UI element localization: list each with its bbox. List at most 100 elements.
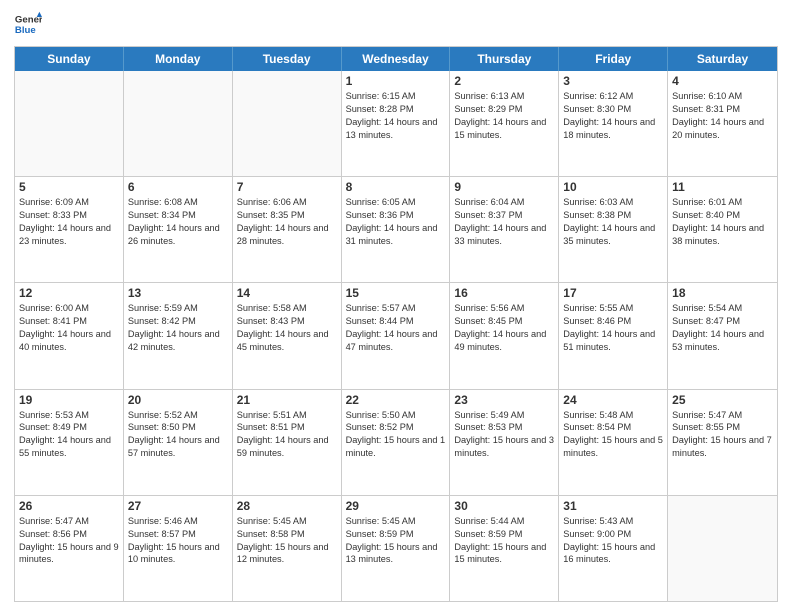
day-cell-8: 8 Sunrise: 6:05 AMSunset: 8:36 PMDaylight… xyxy=(342,177,451,282)
day-info: Sunrise: 5:48 AMSunset: 8:54 PMDaylight:… xyxy=(563,409,663,461)
day-info: Sunrise: 5:54 AMSunset: 8:47 PMDaylight:… xyxy=(672,302,773,354)
day-info: Sunrise: 5:49 AMSunset: 8:53 PMDaylight:… xyxy=(454,409,554,461)
day-cell-31: 31 Sunrise: 5:43 AMSunset: 9:00 PMDayligh… xyxy=(559,496,668,601)
day-number: 8 xyxy=(346,180,446,194)
day-number: 20 xyxy=(128,393,228,407)
day-of-week-friday: Friday xyxy=(559,47,668,71)
header: General Blue xyxy=(14,10,778,38)
day-info: Sunrise: 5:47 AMSunset: 8:56 PMDaylight:… xyxy=(19,515,119,567)
day-cell-18: 18 Sunrise: 5:54 AMSunset: 8:47 PMDayligh… xyxy=(668,283,777,388)
day-info: Sunrise: 6:03 AMSunset: 8:38 PMDaylight:… xyxy=(563,196,663,248)
day-number: 12 xyxy=(19,286,119,300)
day-info: Sunrise: 5:45 AMSunset: 8:59 PMDaylight:… xyxy=(346,515,446,567)
day-number: 23 xyxy=(454,393,554,407)
day-number: 14 xyxy=(237,286,337,300)
day-number: 15 xyxy=(346,286,446,300)
day-number: 24 xyxy=(563,393,663,407)
day-cell-6: 6 Sunrise: 6:08 AMSunset: 8:34 PMDaylight… xyxy=(124,177,233,282)
day-cell-16: 16Sunrise: 5:56 AMSunset: 8:45 PMDayligh… xyxy=(450,283,559,388)
day-info: Sunrise: 6:04 AMSunset: 8:37 PMDaylight:… xyxy=(454,196,554,248)
day-cell-25: 25 Sunrise: 5:47 AMSunset: 8:55 PMDayligh… xyxy=(668,390,777,495)
day-cell-21: 21 Sunrise: 5:51 AMSunset: 8:51 PMDayligh… xyxy=(233,390,342,495)
day-cell-24: 24 Sunrise: 5:48 AMSunset: 8:54 PMDayligh… xyxy=(559,390,668,495)
day-number: 6 xyxy=(128,180,228,194)
day-number: 27 xyxy=(128,499,228,513)
day-of-week-monday: Monday xyxy=(124,47,233,71)
empty-cell xyxy=(15,71,124,176)
day-cell-3: 3 Sunrise: 6:12 AMSunset: 8:30 PMDaylight… xyxy=(559,71,668,176)
day-cell-17: 17 Sunrise: 5:55 AMSunset: 8:46 PMDayligh… xyxy=(559,283,668,388)
day-cell-2: 2Sunrise: 6:13 AMSunset: 8:29 PMDaylight… xyxy=(450,71,559,176)
day-number: 22 xyxy=(346,393,446,407)
day-info: Sunrise: 6:06 AMSunset: 8:35 PMDaylight:… xyxy=(237,196,337,248)
day-number: 30 xyxy=(454,499,554,513)
day-of-week-wednesday: Wednesday xyxy=(342,47,451,71)
day-cell-28: 28 Sunrise: 5:45 AMSunset: 8:58 PMDayligh… xyxy=(233,496,342,601)
day-cell-9: 9Sunrise: 6:04 AMSunset: 8:37 PMDaylight… xyxy=(450,177,559,282)
day-info: Sunrise: 6:13 AMSunset: 8:29 PMDaylight:… xyxy=(454,90,554,142)
page: General Blue SundayMondayTuesdayWednesda… xyxy=(0,0,792,612)
day-number: 21 xyxy=(237,393,337,407)
day-info: Sunrise: 5:57 AMSunset: 8:44 PMDaylight:… xyxy=(346,302,446,354)
day-cell-20: 20 Sunrise: 5:52 AMSunset: 8:50 PMDayligh… xyxy=(124,390,233,495)
day-info: Sunrise: 5:50 AMSunset: 8:52 PMDaylight:… xyxy=(346,409,446,461)
day-cell-11: 11 Sunrise: 6:01 AMSunset: 8:40 PMDayligh… xyxy=(668,177,777,282)
day-cell-19: 19Sunrise: 5:53 AMSunset: 8:49 PMDayligh… xyxy=(15,390,124,495)
day-number: 26 xyxy=(19,499,119,513)
day-info: Sunrise: 6:12 AMSunset: 8:30 PMDaylight:… xyxy=(563,90,663,142)
day-cell-26: 26 Sunrise: 5:47 AMSunset: 8:56 PMDayligh… xyxy=(15,496,124,601)
day-cell-7: 7 Sunrise: 6:06 AMSunset: 8:35 PMDaylight… xyxy=(233,177,342,282)
day-cell-29: 29Sunrise: 5:45 AMSunset: 8:59 PMDayligh… xyxy=(342,496,451,601)
day-info: Sunrise: 5:55 AMSunset: 8:46 PMDaylight:… xyxy=(563,302,663,354)
day-cell-22: 22 Sunrise: 5:50 AMSunset: 8:52 PMDayligh… xyxy=(342,390,451,495)
day-cell-4: 4Sunrise: 6:10 AMSunset: 8:31 PMDaylight… xyxy=(668,71,777,176)
day-number: 17 xyxy=(563,286,663,300)
logo: General Blue xyxy=(14,10,42,38)
day-cell-15: 15 Sunrise: 5:57 AMSunset: 8:44 PMDayligh… xyxy=(342,283,451,388)
day-info: Sunrise: 5:45 AMSunset: 8:58 PMDaylight:… xyxy=(237,515,337,567)
day-info: Sunrise: 5:52 AMSunset: 8:50 PMDaylight:… xyxy=(128,409,228,461)
day-of-week-tuesday: Tuesday xyxy=(233,47,342,71)
day-number: 4 xyxy=(672,74,773,88)
day-cell-1: 1Sunrise: 6:15 AMSunset: 8:28 PMDaylight… xyxy=(342,71,451,176)
day-info: Sunrise: 5:51 AMSunset: 8:51 PMDaylight:… xyxy=(237,409,337,461)
day-info: Sunrise: 5:53 AMSunset: 8:49 PMDaylight:… xyxy=(19,409,119,461)
calendar-row-1: 1Sunrise: 6:15 AMSunset: 8:28 PMDaylight… xyxy=(15,71,777,176)
day-cell-13: 13 Sunrise: 5:59 AMSunset: 8:42 PMDayligh… xyxy=(124,283,233,388)
day-info: Sunrise: 6:01 AMSunset: 8:40 PMDaylight:… xyxy=(672,196,773,248)
svg-text:Blue: Blue xyxy=(15,25,36,36)
day-number: 11 xyxy=(672,180,773,194)
day-number: 18 xyxy=(672,286,773,300)
calendar-row-2: 5Sunrise: 6:09 AMSunset: 8:33 PMDaylight… xyxy=(15,176,777,282)
day-number: 31 xyxy=(563,499,663,513)
day-number: 16 xyxy=(454,286,554,300)
day-info: Sunrise: 6:05 AMSunset: 8:36 PMDaylight:… xyxy=(346,196,446,248)
day-info: Sunrise: 5:47 AMSunset: 8:55 PMDaylight:… xyxy=(672,409,773,461)
day-number: 10 xyxy=(563,180,663,194)
day-number: 25 xyxy=(672,393,773,407)
day-number: 3 xyxy=(563,74,663,88)
day-number: 28 xyxy=(237,499,337,513)
day-cell-27: 27Sunrise: 5:46 AMSunset: 8:57 PMDayligh… xyxy=(124,496,233,601)
day-info: Sunrise: 5:59 AMSunset: 8:42 PMDaylight:… xyxy=(128,302,228,354)
calendar-header-row: SundayMondayTuesdayWednesdayThursdayFrid… xyxy=(15,47,777,71)
day-number: 7 xyxy=(237,180,337,194)
day-cell-12: 12 Sunrise: 6:00 AMSunset: 8:41 PMDayligh… xyxy=(15,283,124,388)
day-cell-14: 14 Sunrise: 5:58 AMSunset: 8:43 PMDayligh… xyxy=(233,283,342,388)
day-of-week-sunday: Sunday xyxy=(15,47,124,71)
day-cell-23: 23 Sunrise: 5:49 AMSunset: 8:53 PMDayligh… xyxy=(450,390,559,495)
day-number: 13 xyxy=(128,286,228,300)
calendar-row-5: 26 Sunrise: 5:47 AMSunset: 8:56 PMDayligh… xyxy=(15,495,777,601)
day-info: Sunrise: 5:43 AMSunset: 9:00 PMDaylight:… xyxy=(563,515,663,567)
day-info: Sunrise: 5:58 AMSunset: 8:43 PMDaylight:… xyxy=(237,302,337,354)
day-info: Sunrise: 6:08 AMSunset: 8:34 PMDaylight:… xyxy=(128,196,228,248)
day-info: Sunrise: 6:00 AMSunset: 8:41 PMDaylight:… xyxy=(19,302,119,354)
day-number: 5 xyxy=(19,180,119,194)
day-info: Sunrise: 5:44 AMSunset: 8:59 PMDaylight:… xyxy=(454,515,554,567)
day-cell-30: 30 Sunrise: 5:44 AMSunset: 8:59 PMDayligh… xyxy=(450,496,559,601)
calendar-row-3: 12 Sunrise: 6:00 AMSunset: 8:41 PMDayligh… xyxy=(15,282,777,388)
day-cell-10: 10 Sunrise: 6:03 AMSunset: 8:38 PMDayligh… xyxy=(559,177,668,282)
day-of-week-saturday: Saturday xyxy=(668,47,777,71)
day-cell-5: 5Sunrise: 6:09 AMSunset: 8:33 PMDaylight… xyxy=(15,177,124,282)
day-info: Sunrise: 6:15 AMSunset: 8:28 PMDaylight:… xyxy=(346,90,446,142)
